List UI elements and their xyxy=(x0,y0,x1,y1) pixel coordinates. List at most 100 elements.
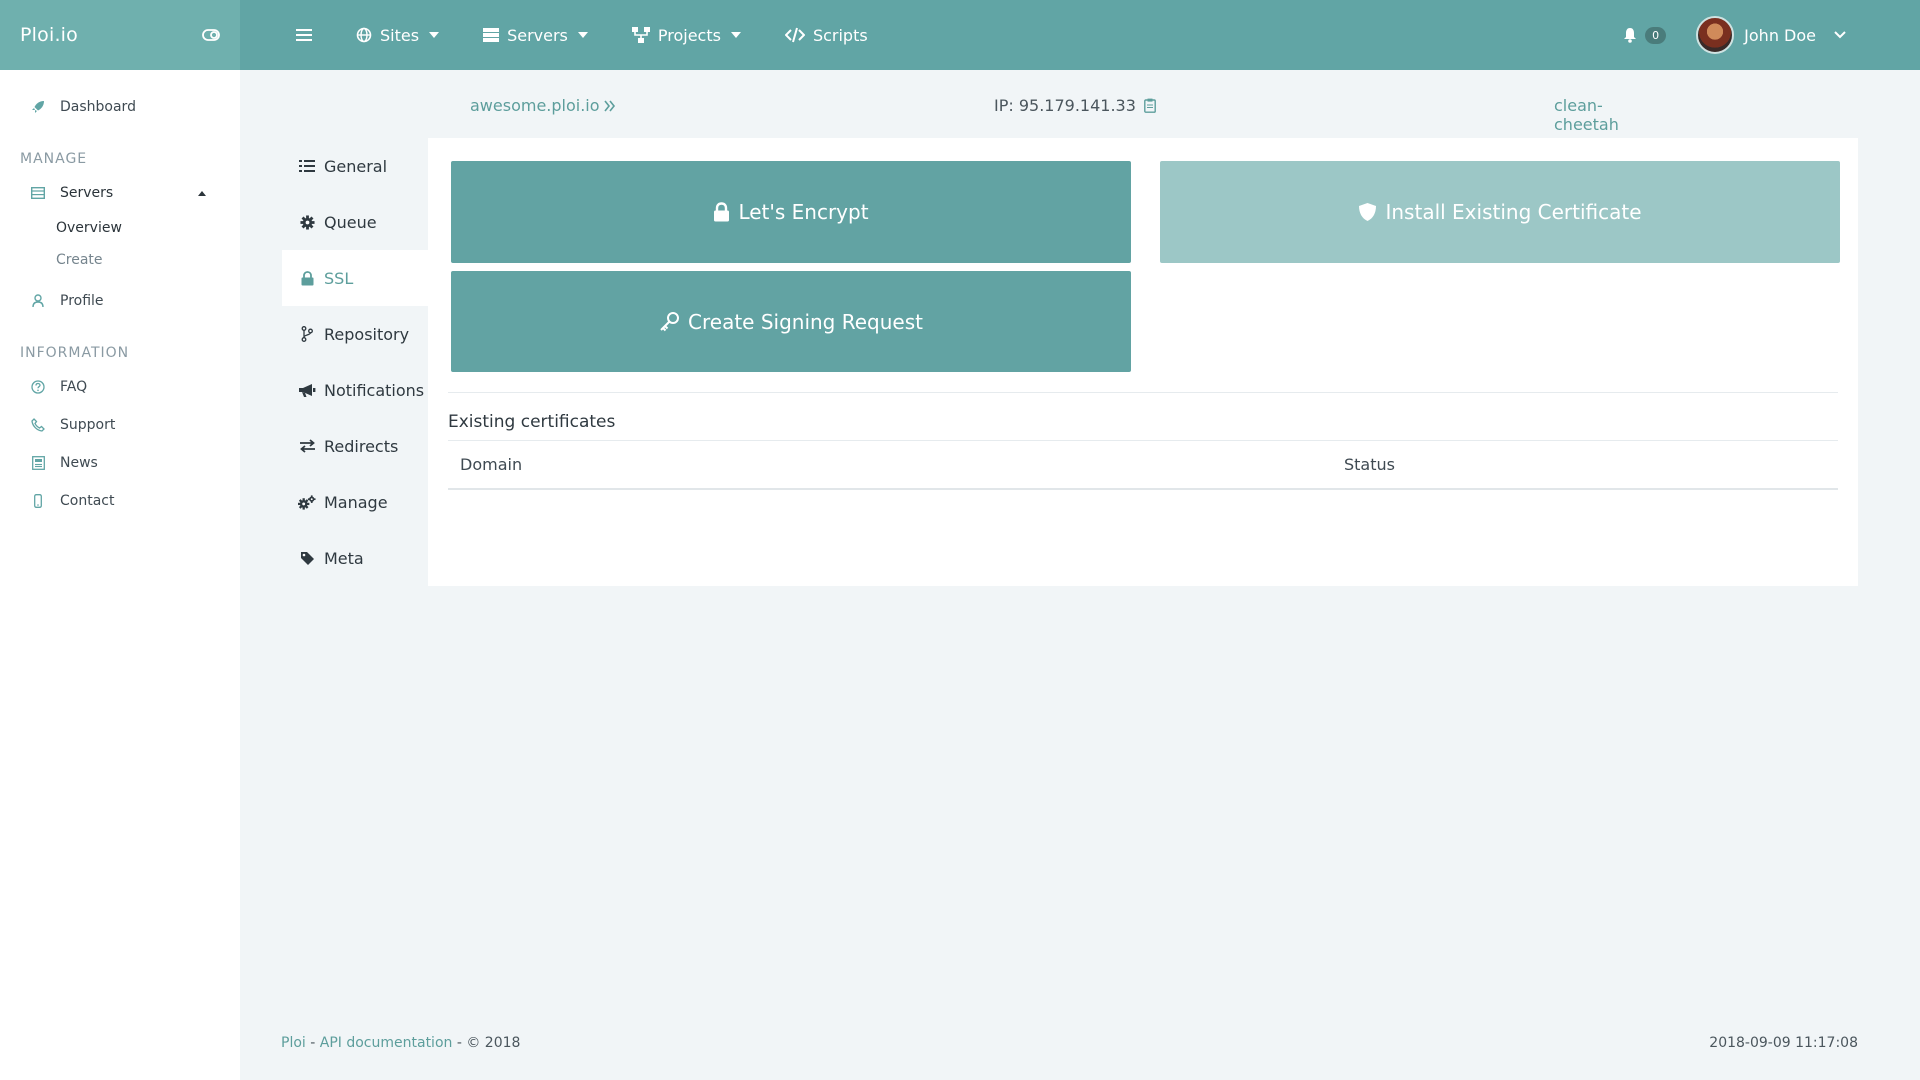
sidebar-item-label: Contact xyxy=(60,493,115,509)
sidebar-item-label: News xyxy=(60,455,98,471)
sidebar-item-servers[interactable]: Servers xyxy=(0,174,240,212)
tab-label: Redirects xyxy=(324,436,399,456)
nav-sites-label: Sites xyxy=(380,25,420,45)
cogs-icon xyxy=(298,494,316,510)
notifications-button[interactable]: 0 xyxy=(1623,26,1667,44)
cog-icon xyxy=(298,214,316,230)
nav-scripts[interactable]: Scripts xyxy=(784,25,868,45)
user-name: John Doe xyxy=(1744,25,1816,45)
sidebar-item-news[interactable]: News xyxy=(0,444,240,482)
user-menu[interactable]: John Doe xyxy=(1696,16,1846,54)
shield-icon xyxy=(1358,202,1377,222)
tab-queue[interactable]: Queue xyxy=(282,194,428,250)
tab-manage[interactable]: Manage xyxy=(282,474,428,530)
question-circle-icon xyxy=(30,380,46,394)
tab-label: Meta xyxy=(324,548,364,568)
notifications-count-badge: 0 xyxy=(1645,26,1667,44)
code-icon xyxy=(784,27,805,43)
lock-icon xyxy=(298,270,316,286)
avatar xyxy=(1696,16,1735,54)
sitemap-icon xyxy=(631,27,650,43)
sidebar-item-label: Servers xyxy=(60,185,114,201)
sidebar-item-faq[interactable]: FAQ xyxy=(0,368,240,406)
exchange-icon xyxy=(298,439,316,453)
server-ip: IP: 95.179.141.33 xyxy=(994,96,1156,115)
sidebar-subitem-overview[interactable]: Overview xyxy=(0,212,240,244)
existing-certificates-title: Existing certificates xyxy=(448,412,616,432)
sidebar-item-label: Dashboard xyxy=(60,99,136,115)
tab-repository[interactable]: Repository xyxy=(282,306,428,362)
sidebar-item-dashboard[interactable]: Dashboard xyxy=(0,88,240,126)
footer-separator: - xyxy=(305,1035,320,1051)
footer: Ploi - API documentation - © 2018 2018-0… xyxy=(240,1010,1920,1080)
nav-projects[interactable]: Projects xyxy=(631,25,741,45)
newspaper-icon xyxy=(30,456,46,470)
sidebar-item-label: Support xyxy=(60,417,116,433)
section-heading-manage: MANAGE xyxy=(20,151,88,167)
install-existing-label: Install Existing Certificate xyxy=(1385,200,1642,224)
nav-scripts-label: Scripts xyxy=(812,25,868,45)
brand-logo[interactable]: Ploi.io xyxy=(20,24,78,46)
sidebar-item-contact[interactable]: Contact xyxy=(0,482,240,520)
top-navbar: Ploi.io Sites Servers Projects Scripts 0… xyxy=(0,0,1920,70)
tab-label: Manage xyxy=(324,492,388,512)
column-header-domain: Domain xyxy=(460,455,523,474)
footer-links: Ploi - API documentation - © 2018 xyxy=(281,1035,520,1051)
sidebar-item-label: Profile xyxy=(60,293,104,309)
tab-label: SSL xyxy=(324,268,354,288)
tab-ssl[interactable]: SSL xyxy=(282,250,428,306)
footer-copyright: - © 2018 xyxy=(452,1035,521,1051)
lets-encrypt-button[interactable]: Let's Encrypt xyxy=(451,161,1131,263)
sidebar-item-profile[interactable]: Profile xyxy=(0,282,240,320)
phone-icon xyxy=(30,418,46,432)
server-ip-label: IP: 95.179.141.33 xyxy=(994,96,1136,115)
chevron-down-icon xyxy=(577,32,588,38)
bullhorn-icon xyxy=(298,383,316,398)
brand-area: Ploi.io xyxy=(0,0,240,70)
site-settings-tabs: General Queue SSL Repository Notificatio… xyxy=(282,138,428,586)
chevron-down-icon xyxy=(1834,31,1846,39)
footer-api-docs-link[interactable]: API documentation xyxy=(320,1035,453,1051)
menu-icon[interactable] xyxy=(296,28,312,42)
server-icon xyxy=(483,28,500,42)
footer-ploi-link[interactable]: Ploi xyxy=(281,1035,306,1051)
site-link[interactable]: awesome.ploi.io xyxy=(470,96,616,115)
footer-timestamp: 2018-09-09 11:17:08 xyxy=(1709,1035,1858,1051)
double-chevron-right-icon xyxy=(603,100,616,112)
server-name-link[interactable]: clean-cheetah xyxy=(1554,96,1656,134)
sidebar-subitem-create[interactable]: Create xyxy=(0,244,240,276)
create-signing-label: Create Signing Request xyxy=(688,309,923,334)
sidebar-toggle-icon[interactable] xyxy=(202,28,220,42)
tab-general[interactable]: General xyxy=(282,138,428,194)
clipboard-icon[interactable] xyxy=(1144,98,1156,113)
tab-label: Notifications xyxy=(324,380,425,400)
tab-notifications[interactable]: Notifications xyxy=(282,362,428,418)
nav-servers[interactable]: Servers xyxy=(483,26,588,45)
code-branch-icon xyxy=(298,326,316,342)
nav-projects-label: Projects xyxy=(657,25,721,45)
chevron-down-icon xyxy=(730,32,741,38)
tab-label: General xyxy=(324,156,388,176)
tab-meta[interactable]: Meta xyxy=(282,530,428,586)
rocket-icon xyxy=(30,100,46,114)
chevron-down-icon xyxy=(429,32,440,38)
lets-encrypt-label: Let's Encrypt xyxy=(738,200,869,224)
install-existing-certificate-button[interactable]: Install Existing Certificate xyxy=(1160,161,1840,263)
section-heading-information: INFORMATION xyxy=(20,345,130,361)
list-icon xyxy=(298,159,316,173)
nav-sites[interactable]: Sites xyxy=(356,25,440,45)
user-icon xyxy=(30,294,46,308)
sidebar-item-support[interactable]: Support xyxy=(0,406,240,444)
bell-icon xyxy=(1623,27,1637,43)
server-header: awesome.ploi.io IP: 95.179.141.33 clean-… xyxy=(470,96,1656,134)
create-signing-request-button[interactable]: Create Signing Request xyxy=(451,271,1131,372)
tab-label: Queue xyxy=(324,212,377,232)
tab-label: Repository xyxy=(324,324,410,344)
certificates-table-header: Domain Status xyxy=(448,440,1838,490)
chevron-up-icon xyxy=(198,190,206,196)
panel-divider xyxy=(448,392,1838,393)
mobile-phone-icon xyxy=(30,494,46,508)
tag-icon xyxy=(298,551,316,566)
tab-redirects[interactable]: Redirects xyxy=(282,418,428,474)
ssl-panel: Let's Encrypt Install Existing Certifica… xyxy=(428,138,1858,586)
